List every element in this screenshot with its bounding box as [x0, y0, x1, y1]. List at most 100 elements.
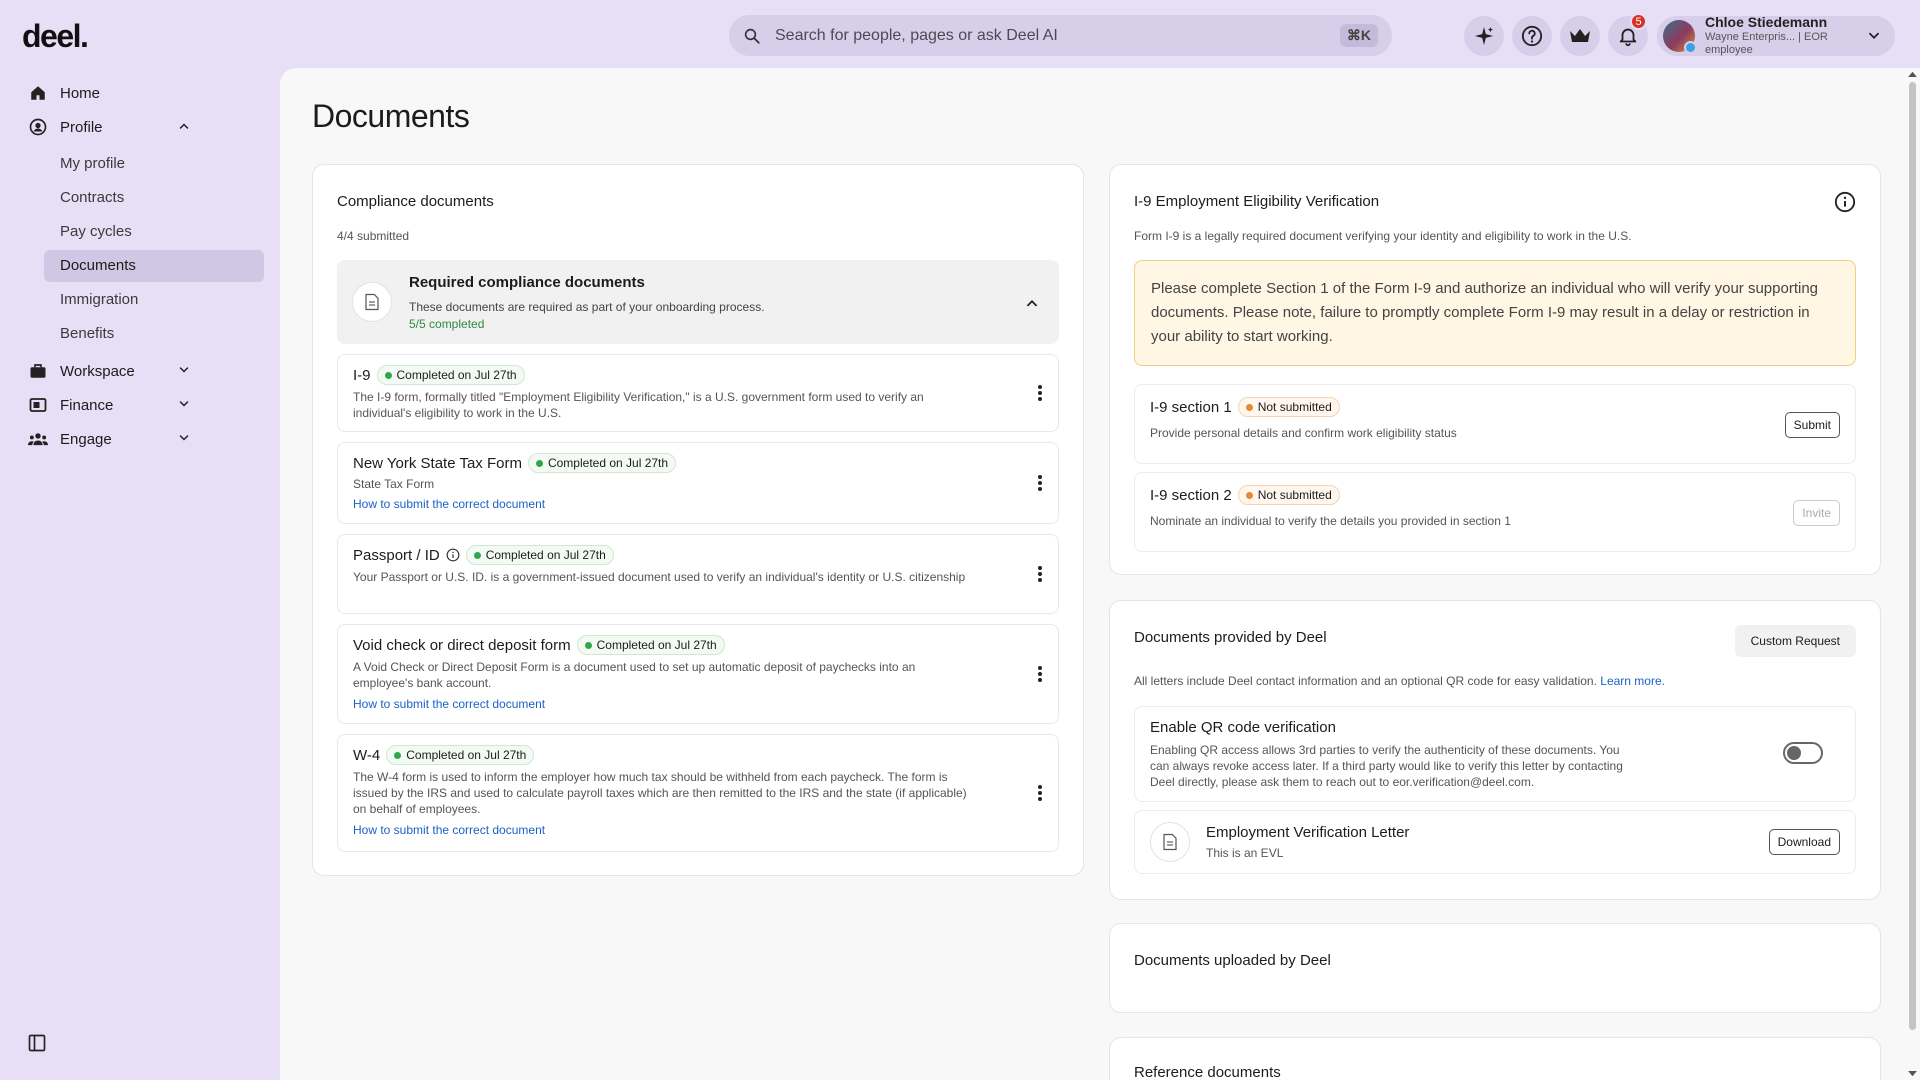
document-description: A Void Check or Direct Deposit Form is a… [353, 660, 916, 690]
document-description: State Tax Form [353, 477, 435, 491]
help-icon [1521, 25, 1543, 47]
sidebar-item-label: Profile [60, 118, 103, 136]
scrollbar[interactable] [1906, 68, 1918, 1080]
document-icon [1163, 833, 1177, 851]
sidebar-item-label: Workspace [60, 362, 135, 380]
help-button[interactable] [1512, 16, 1552, 56]
more-options-button[interactable] [1032, 562, 1048, 586]
evl-title: Employment Verification Letter [1206, 824, 1410, 841]
reference-documents-card: Reference documents [1109, 1037, 1881, 1080]
deel-docs-description: All letters include Deel contact informa… [1134, 674, 1597, 688]
search-shortcut: ⌘K [1339, 24, 1378, 47]
sidebar-item-documents[interactable]: Documents [44, 250, 264, 282]
deel-docs-title: Documents provided by Deel [1134, 629, 1327, 646]
more-options-button[interactable] [1032, 381, 1048, 405]
document-name: I-9 [353, 366, 371, 384]
document-icon-circle [352, 282, 392, 322]
avatar [1663, 20, 1697, 54]
list-item[interactable]: Passport / ID Completed on Jul 27th Your… [337, 534, 1059, 614]
sidebar-item-pay-cycles[interactable]: Pay cycles [44, 216, 264, 248]
sidebar-item-workspace[interactable]: Workspace [0, 354, 280, 388]
sidebar: Home Profile My profile Contracts Pay cy… [0, 68, 280, 1080]
document-icon-circle [1150, 822, 1190, 862]
how-to-submit-link[interactable]: How to submit the correct document [353, 823, 1043, 837]
reference-title: Reference documents [1134, 1064, 1281, 1080]
search-bar[interactable]: ⌘K [729, 15, 1392, 56]
qr-title: Enable QR code verification [1150, 719, 1336, 736]
user-menu[interactable]: Chloe Stiedemann Wayne Enterpris... | EO… [1657, 14, 1895, 56]
sidebar-toggle-icon [28, 1034, 46, 1052]
sidebar-item-label: Finance [60, 396, 114, 414]
uploaded-documents-card: Documents uploaded by Deel [1109, 923, 1881, 1013]
sidebar-item-home[interactable]: Home [0, 76, 280, 110]
search-icon [744, 28, 760, 44]
more-options-button[interactable] [1032, 471, 1048, 495]
sidebar-item-finance[interactable]: Finance [0, 388, 280, 422]
status-badge: Completed on Jul 27th [527, 453, 677, 473]
scroll-up-arrow-icon[interactable] [1908, 70, 1917, 77]
download-button[interactable]: Download [1768, 829, 1840, 855]
ai-sparkle-button[interactable] [1464, 16, 1504, 56]
notification-count-badge: 5 [1630, 13, 1647, 30]
sidebar-item-immigration[interactable]: Immigration [44, 284, 264, 316]
people-icon [28, 433, 48, 446]
main-content: Documents Compliance documents 4/4 submi… [280, 68, 1920, 1080]
section-name: I-9 section 2 [1150, 486, 1232, 504]
employment-verification-letter-row: Employment Verification Letter This is a… [1134, 810, 1856, 874]
required-status: 5/5 completed [409, 317, 485, 331]
notifications-button[interactable]: 5 [1608, 13, 1648, 56]
sidebar-item-label: Engage [60, 430, 112, 448]
invite-button[interactable]: Invite [1793, 500, 1840, 526]
status-badge: Completed on Jul 27th [376, 365, 525, 385]
sidebar-item-label: Home [60, 84, 101, 102]
rewards-button[interactable] [1560, 16, 1600, 56]
status-badge: Completed on Jul 27th [465, 545, 614, 565]
document-name: W-4 [353, 746, 381, 764]
how-to-submit-link[interactable]: How to submit the correct document [353, 697, 1043, 711]
sidebar-item-contracts[interactable]: Contracts [44, 182, 264, 214]
document-description: Your Passport or U.S. ID. is a governmen… [353, 570, 966, 584]
sidebar-item-engage[interactable]: Engage [0, 422, 280, 456]
i9-title: I-9 Employment Eligibility Verification [1134, 193, 1380, 210]
required-docs-header[interactable]: Required compliance documents These docu… [337, 260, 1059, 344]
deel-logo[interactable]: deel. [22, 18, 89, 55]
custom-request-button[interactable]: Custom Request [1734, 625, 1856, 657]
list-item[interactable]: I-9 Completed on Jul 27th The I-9 form, … [337, 354, 1059, 432]
scroll-down-arrow-icon[interactable] [1908, 1071, 1917, 1078]
list-item[interactable]: New York State Tax Form Completed on Jul… [337, 442, 1059, 524]
info-icon[interactable] [446, 548, 460, 562]
document-name: Void check or direct deposit form [353, 636, 571, 654]
i9-description: Form I-9 is a legally required document … [1134, 229, 1632, 243]
collapse-sidebar-button[interactable] [27, 1033, 47, 1058]
sidebar-item-my-profile[interactable]: My profile [44, 148, 264, 180]
search-input[interactable] [775, 26, 1340, 45]
i9-section-1: I-9 section 1 Not submitted Provide pers… [1134, 384, 1856, 464]
deel-documents-card: Documents provided by Deel Custom Reques… [1109, 600, 1881, 900]
compliance-documents-card: Compliance documents 4/4 submitted Requi… [312, 164, 1084, 876]
user-name: Chloe Stiedemann [1705, 14, 1828, 31]
scrollbar-thumb[interactable] [1909, 82, 1916, 1030]
learn-more-link[interactable]: Learn more. [1600, 674, 1665, 688]
section-description: Nominate an individual to verify the det… [1150, 514, 1511, 528]
evl-subtitle: This is an EVL [1206, 846, 1284, 860]
section-name: I-9 section 1 [1150, 398, 1232, 416]
chevron-down-icon [179, 435, 189, 441]
more-options-button[interactable] [1032, 662, 1048, 686]
uploaded-title: Documents uploaded by Deel [1134, 952, 1331, 969]
sidebar-item-benefits[interactable]: Benefits [44, 318, 264, 350]
info-icon[interactable] [1834, 191, 1856, 213]
sidebar-item-profile[interactable]: Profile [0, 110, 280, 144]
i9-warning-banner: Please complete Section 1 of the Form I-… [1134, 260, 1856, 366]
crown-icon [1570, 29, 1590, 42]
how-to-submit-link[interactable]: How to submit the correct document [353, 497, 1043, 511]
section-description: Provide personal details and confirm wor… [1150, 426, 1457, 440]
list-item[interactable]: Void check or direct deposit form Comple… [337, 624, 1059, 724]
qr-verification-toggle[interactable] [1783, 742, 1823, 764]
submit-button[interactable]: Submit [1784, 412, 1840, 438]
submitted-count: 4/4 submitted [337, 229, 410, 243]
chevron-up-icon[interactable] [1025, 296, 1039, 310]
document-icon [365, 293, 379, 311]
qr-description: Enabling QR access allows 3rd parties to… [1150, 743, 1623, 789]
more-options-button[interactable] [1032, 781, 1048, 805]
list-item[interactable]: W-4 Completed on Jul 27th The W-4 form i… [337, 734, 1059, 852]
